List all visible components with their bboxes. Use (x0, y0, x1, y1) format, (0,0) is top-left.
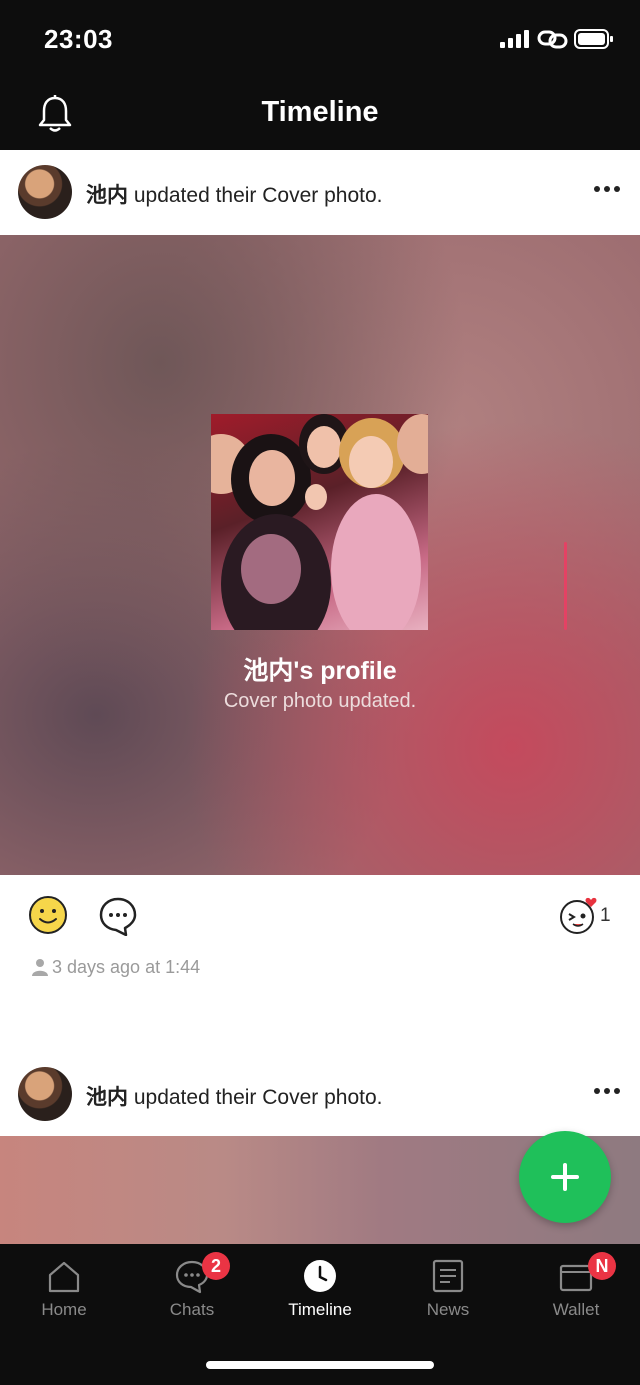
tab-home[interactable]: Home (0, 1258, 128, 1328)
tab-bar: Home Chats 2 Timeline News Wallet N (0, 1244, 640, 1385)
cover-photo-image[interactable] (211, 414, 428, 630)
tab-label: Home (41, 1300, 87, 1319)
tab-chats[interactable]: Chats 2 (128, 1252, 256, 1328)
nav-bar: Timeline (0, 80, 640, 150)
more-options-icon[interactable] (592, 1084, 622, 1098)
post-action: updated their Cover photo. (128, 1086, 383, 1109)
status-time: 23:03 (44, 24, 113, 54)
unread-badge: 2 (202, 1252, 230, 1280)
post-header[interactable]: 池内 updated their Cover photo. (0, 1052, 640, 1136)
status-bar: 23:03 (0, 0, 640, 80)
post-action: updated their Cover photo. (128, 184, 383, 207)
post-actions: 1 3 days ago at 1:44 (0, 875, 640, 1045)
battery-icon (574, 29, 613, 49)
post-header[interactable]: 池内 updated their Cover photo. (0, 150, 640, 234)
cover-photo-card[interactable]: 池内's profile Cover photo updated. (0, 235, 640, 875)
avatar[interactable] (18, 165, 72, 219)
scroll-indicator (564, 542, 567, 630)
more-options-icon[interactable] (592, 182, 622, 196)
tab-label: News (426, 1300, 470, 1319)
post-text: 池内 updated their Cover photo. (86, 1081, 383, 1111)
cover-title: 池内's profile (243, 657, 397, 685)
post-timestamp: 3 days ago at 1:44 (32, 957, 200, 978)
tab-label: Timeline (288, 1300, 352, 1319)
plus-icon (551, 1163, 579, 1191)
signal-icon (500, 30, 529, 48)
tab-label: Chats (169, 1300, 215, 1319)
tab-label: Wallet (552, 1300, 600, 1319)
post-author[interactable]: 池内 (86, 184, 128, 207)
comment-icon[interactable] (98, 896, 138, 936)
new-badge: N (588, 1252, 616, 1280)
reaction-sticker-icon[interactable] (559, 896, 599, 934)
timestamp-text: 3 days ago at 1:44 (52, 957, 201, 977)
new-post-button[interactable] (519, 1131, 611, 1223)
post-author[interactable]: 池内 (86, 1086, 128, 1109)
reaction-count[interactable]: 1 (600, 905, 611, 927)
cover-subtitle: Cover photo updated. (223, 690, 417, 712)
home-indicator[interactable] (206, 1361, 434, 1369)
like-smiley-icon[interactable] (28, 895, 68, 935)
news-icon (432, 1259, 464, 1293)
tab-timeline[interactable]: Timeline (256, 1258, 384, 1328)
post-text: 池内 updated their Cover photo. (86, 179, 383, 209)
tab-wallet[interactable]: Wallet N (512, 1252, 640, 1328)
tab-news[interactable]: News (384, 1258, 512, 1328)
clock-icon (304, 1260, 336, 1292)
person-icon (32, 959, 48, 976)
page-title: Timeline (261, 96, 379, 128)
home-icon (48, 1261, 80, 1293)
avatar[interactable] (18, 1067, 72, 1121)
link-icon (537, 30, 568, 49)
